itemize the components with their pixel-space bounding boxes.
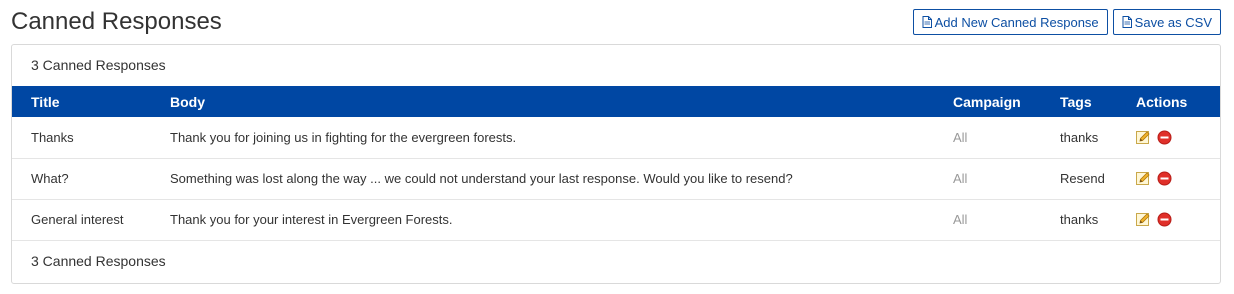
pencil-icon[interactable]	[1136, 212, 1151, 227]
pencil-icon[interactable]	[1136, 130, 1151, 145]
minus-circle-icon[interactable]	[1157, 171, 1172, 186]
row-title: Thanks	[12, 117, 170, 159]
row-actions	[1136, 199, 1220, 241]
row-title: General interest	[12, 199, 170, 241]
canned-responses-panel: 3 Canned Responses Title Body Campaign T…	[11, 44, 1221, 284]
minus-circle-icon[interactable]	[1157, 212, 1172, 227]
row-body: Thank you for joining us in fighting for…	[170, 117, 953, 159]
document-icon	[922, 16, 932, 28]
row-actions	[1136, 117, 1220, 159]
minus-circle-icon[interactable]	[1157, 130, 1172, 145]
add-canned-response-label: Add New Canned Response	[934, 14, 1099, 30]
document-icon	[1122, 16, 1132, 28]
row-body: Thank you for your interest in Evergreen…	[170, 199, 953, 241]
pencil-icon[interactable]	[1136, 171, 1151, 186]
row-tags: thanks	[1060, 117, 1136, 159]
response-count-top: 3 Canned Responses	[31, 57, 166, 73]
table-header-row: Title Body Campaign Tags Actions	[12, 86, 1220, 117]
page-title: Canned Responses	[11, 8, 222, 35]
table-row: What? Something was lost along the way .…	[12, 158, 1220, 200]
row-tags: Resend	[1060, 158, 1136, 200]
table-row: Thanks Thank you for joining us in fight…	[12, 117, 1220, 159]
row-campaign: All	[953, 199, 1060, 241]
row-campaign: All	[953, 117, 1060, 159]
column-header-body[interactable]: Body	[170, 86, 953, 117]
canned-responses-table: Title Body Campaign Tags Actions Thanks …	[12, 86, 1220, 241]
table-row: General interest Thank you for your inte…	[12, 199, 1220, 241]
column-header-campaign[interactable]: Campaign	[953, 86, 1060, 117]
column-header-actions: Actions	[1136, 93, 1188, 110]
add-canned-response-button[interactable]: Add New Canned Response	[912, 9, 1108, 35]
save-as-csv-button[interactable]: Save as CSV	[1112, 9, 1221, 35]
save-as-csv-label: Save as CSV	[1134, 14, 1212, 30]
column-header-tags[interactable]: Tags	[1060, 86, 1136, 117]
toolbar: Add New Canned Response Save as CSV	[912, 9, 1221, 35]
response-count-bottom: 3 Canned Responses	[31, 252, 166, 269]
row-campaign: All	[953, 158, 1060, 200]
row-actions	[1136, 158, 1220, 200]
row-title: What?	[12, 158, 170, 200]
column-header-title[interactable]: Title	[12, 86, 170, 117]
row-body: Something was lost along the way ... we …	[170, 158, 953, 200]
row-tags: thanks	[1060, 199, 1136, 241]
